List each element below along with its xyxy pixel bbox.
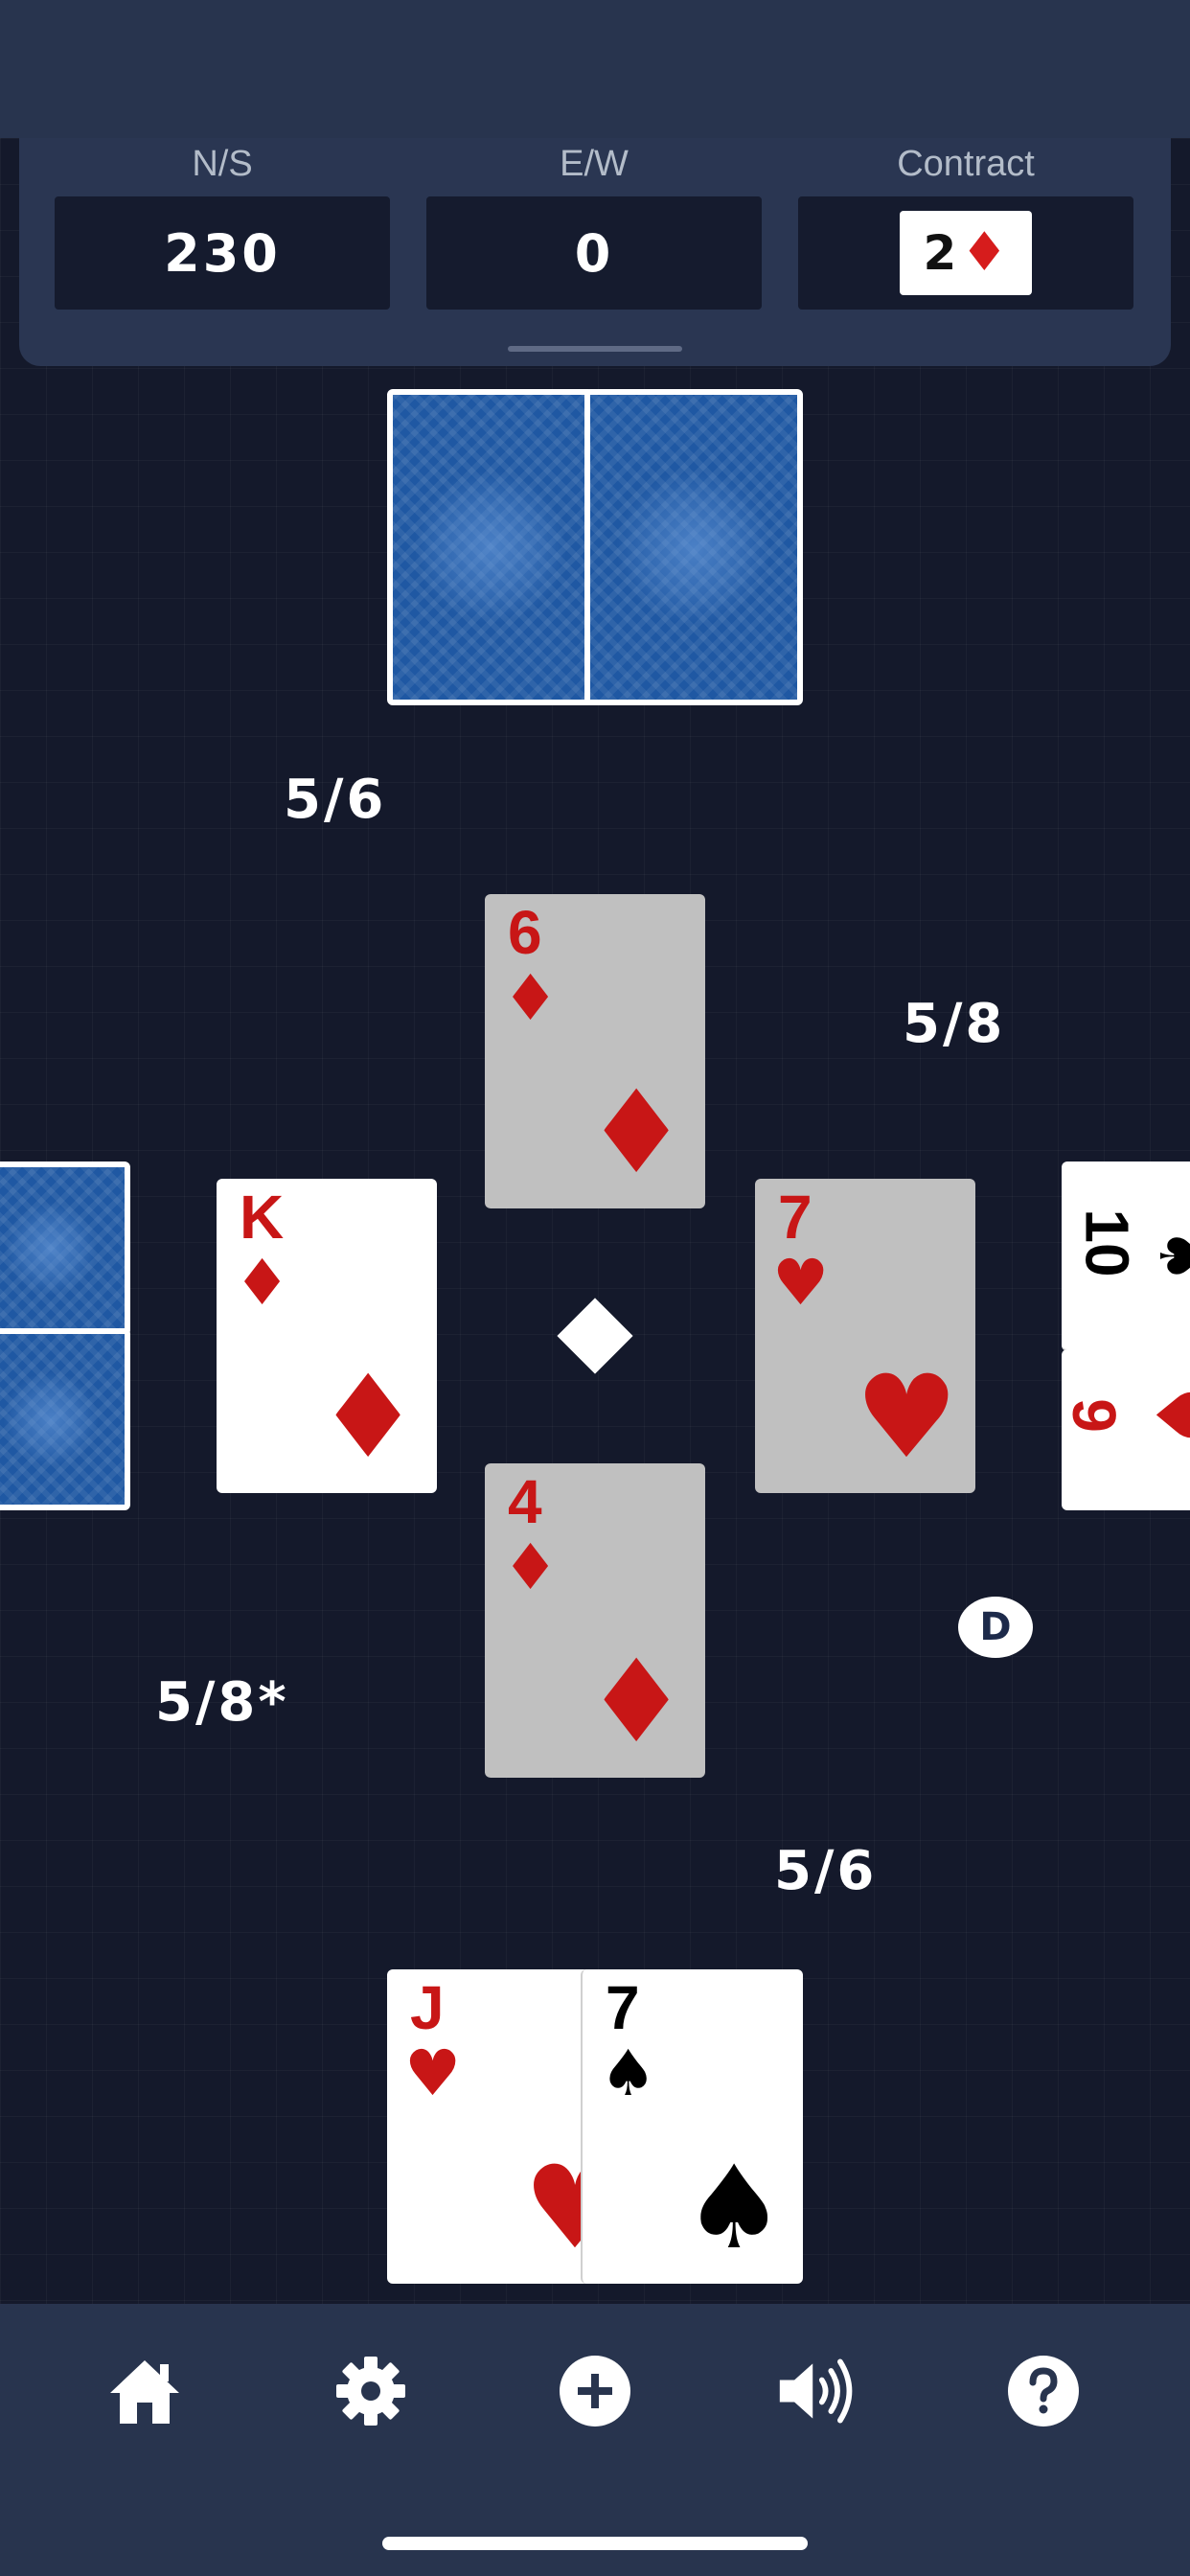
trick-card-east: 7 ♥ ♥ xyxy=(755,1179,975,1493)
contract-suit: ♦ xyxy=(960,221,1009,284)
east-count-label: 5/8 xyxy=(903,993,1006,1055)
trick-card-south: 4 ♦ ♦ xyxy=(485,1463,705,1778)
ew-label: E/W xyxy=(560,144,629,184)
west-card-back xyxy=(0,1328,130,1510)
contract-label: Contract xyxy=(897,144,1035,184)
north-count-label: 5/6 xyxy=(284,769,387,831)
trick-card-west: K ♦ ♦ xyxy=(217,1179,437,1493)
spade-icon: ♠ xyxy=(682,2142,786,2275)
status-bar xyxy=(0,0,1190,138)
ns-score-box: 230 xyxy=(55,196,390,310)
home-icon xyxy=(110,2360,179,2424)
diamond-icon: ♦ xyxy=(584,1067,688,1200)
speaker-icon xyxy=(779,2358,853,2424)
contract-card: 2 ♦ xyxy=(900,211,1032,295)
home-button[interactable] xyxy=(103,2350,186,2432)
card-rank: 7 xyxy=(606,1973,640,2042)
south-count-label: 5/6 xyxy=(774,1840,878,1902)
west-count-label: 5/8* xyxy=(155,1671,289,1734)
ns-label: N/S xyxy=(192,144,253,184)
card-rank: 4 xyxy=(508,1467,542,1536)
home-indicator[interactable] xyxy=(382,2537,808,2550)
panel-drag-handle[interactable] xyxy=(508,346,682,352)
south-hand-card[interactable]: 7 ♠ ♠ xyxy=(581,1969,803,2284)
dealer-badge: D xyxy=(958,1597,1033,1658)
ew-score: 0 xyxy=(574,222,614,284)
diamond-icon: ♦ xyxy=(316,1351,420,1484)
heart-icon: ♥ xyxy=(772,1246,830,1320)
ns-score: 230 xyxy=(164,222,281,284)
plus-circle-icon xyxy=(560,2356,630,2426)
home-indicator-area xyxy=(0,2476,1190,2576)
contract-level: 2 xyxy=(923,225,957,281)
east-hand-card[interactable]: 10 ♠ xyxy=(1062,1162,1190,1351)
diamond-icon: ♦ xyxy=(502,961,560,1035)
diamond-icon: ♦ xyxy=(584,1636,688,1769)
card-rank: J xyxy=(410,1973,445,2042)
ew-score-box: 0 xyxy=(426,196,762,310)
trick-card-north: 6 ♦ ♦ xyxy=(485,894,705,1208)
east-card-rank: 10 xyxy=(1072,1208,1142,1277)
contract-box: 2 ♦ xyxy=(798,196,1133,310)
help-icon xyxy=(1008,2356,1079,2426)
heart-icon: ♥ xyxy=(855,1351,958,1484)
east-card-rank: 9 xyxy=(1062,1398,1129,1433)
gear-icon xyxy=(336,2357,405,2426)
west-card-back xyxy=(0,1162,130,1336)
card-rank: K xyxy=(240,1183,285,1252)
north-card-back xyxy=(387,389,594,705)
diamond-icon: ♦ xyxy=(234,1246,291,1320)
new-game-button[interactable] xyxy=(554,2350,636,2432)
diamond-icon: ♦ xyxy=(502,1530,560,1604)
settings-button[interactable] xyxy=(330,2350,412,2432)
sound-button[interactable] xyxy=(776,2350,858,2432)
north-card-back xyxy=(584,389,803,705)
spade-icon: ♠ xyxy=(600,2036,657,2110)
card-rank: 6 xyxy=(508,898,542,967)
south-hand-card[interactable]: J ♥ ♥ xyxy=(387,1969,607,2284)
east-hand-card[interactable]: 9 ♥ xyxy=(1062,1349,1190,1510)
card-rank: 7 xyxy=(778,1183,812,1252)
spade-icon: ♠ xyxy=(1145,1228,1190,1284)
heart-icon: ♥ xyxy=(404,2036,462,2110)
help-button[interactable] xyxy=(1002,2350,1085,2432)
heart-icon: ♥ xyxy=(1141,1387,1190,1443)
trump-diamond-icon xyxy=(557,1298,633,1374)
